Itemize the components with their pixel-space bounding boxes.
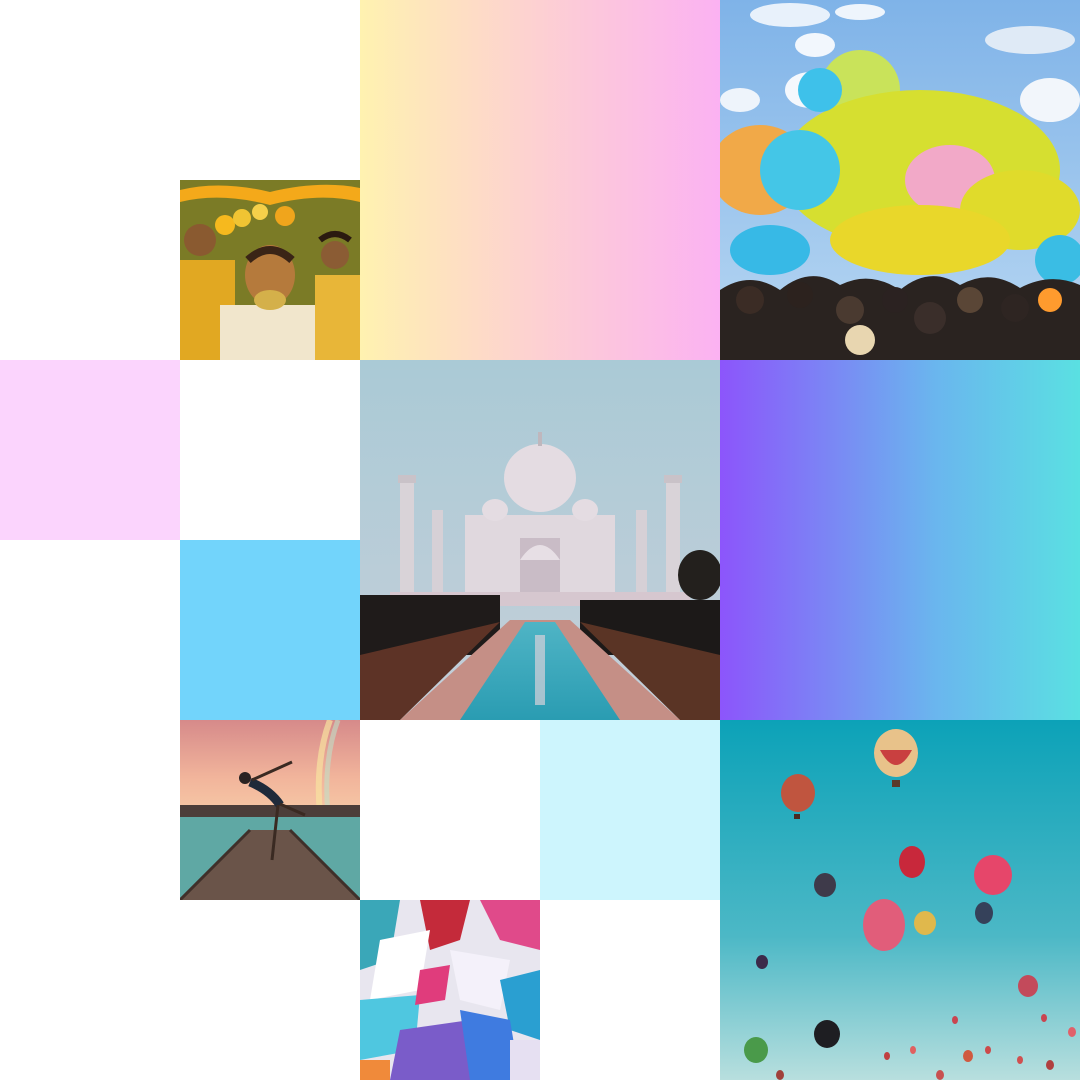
pink-color-block [0, 360, 180, 540]
holi-crowd-photo [720, 0, 1080, 360]
gradient-block-right [720, 360, 1080, 720]
hot-air-balloons-photo [720, 720, 1080, 1080]
abstract-paint-photo [360, 900, 540, 1080]
light-cyan-color-block [540, 720, 720, 900]
haldi-ceremony-photo [180, 180, 360, 360]
taj-mahal-photo [360, 360, 720, 720]
blue-color-block [180, 540, 360, 720]
gradient-block-top [360, 0, 720, 360]
dancer-pier-photo [180, 720, 360, 900]
